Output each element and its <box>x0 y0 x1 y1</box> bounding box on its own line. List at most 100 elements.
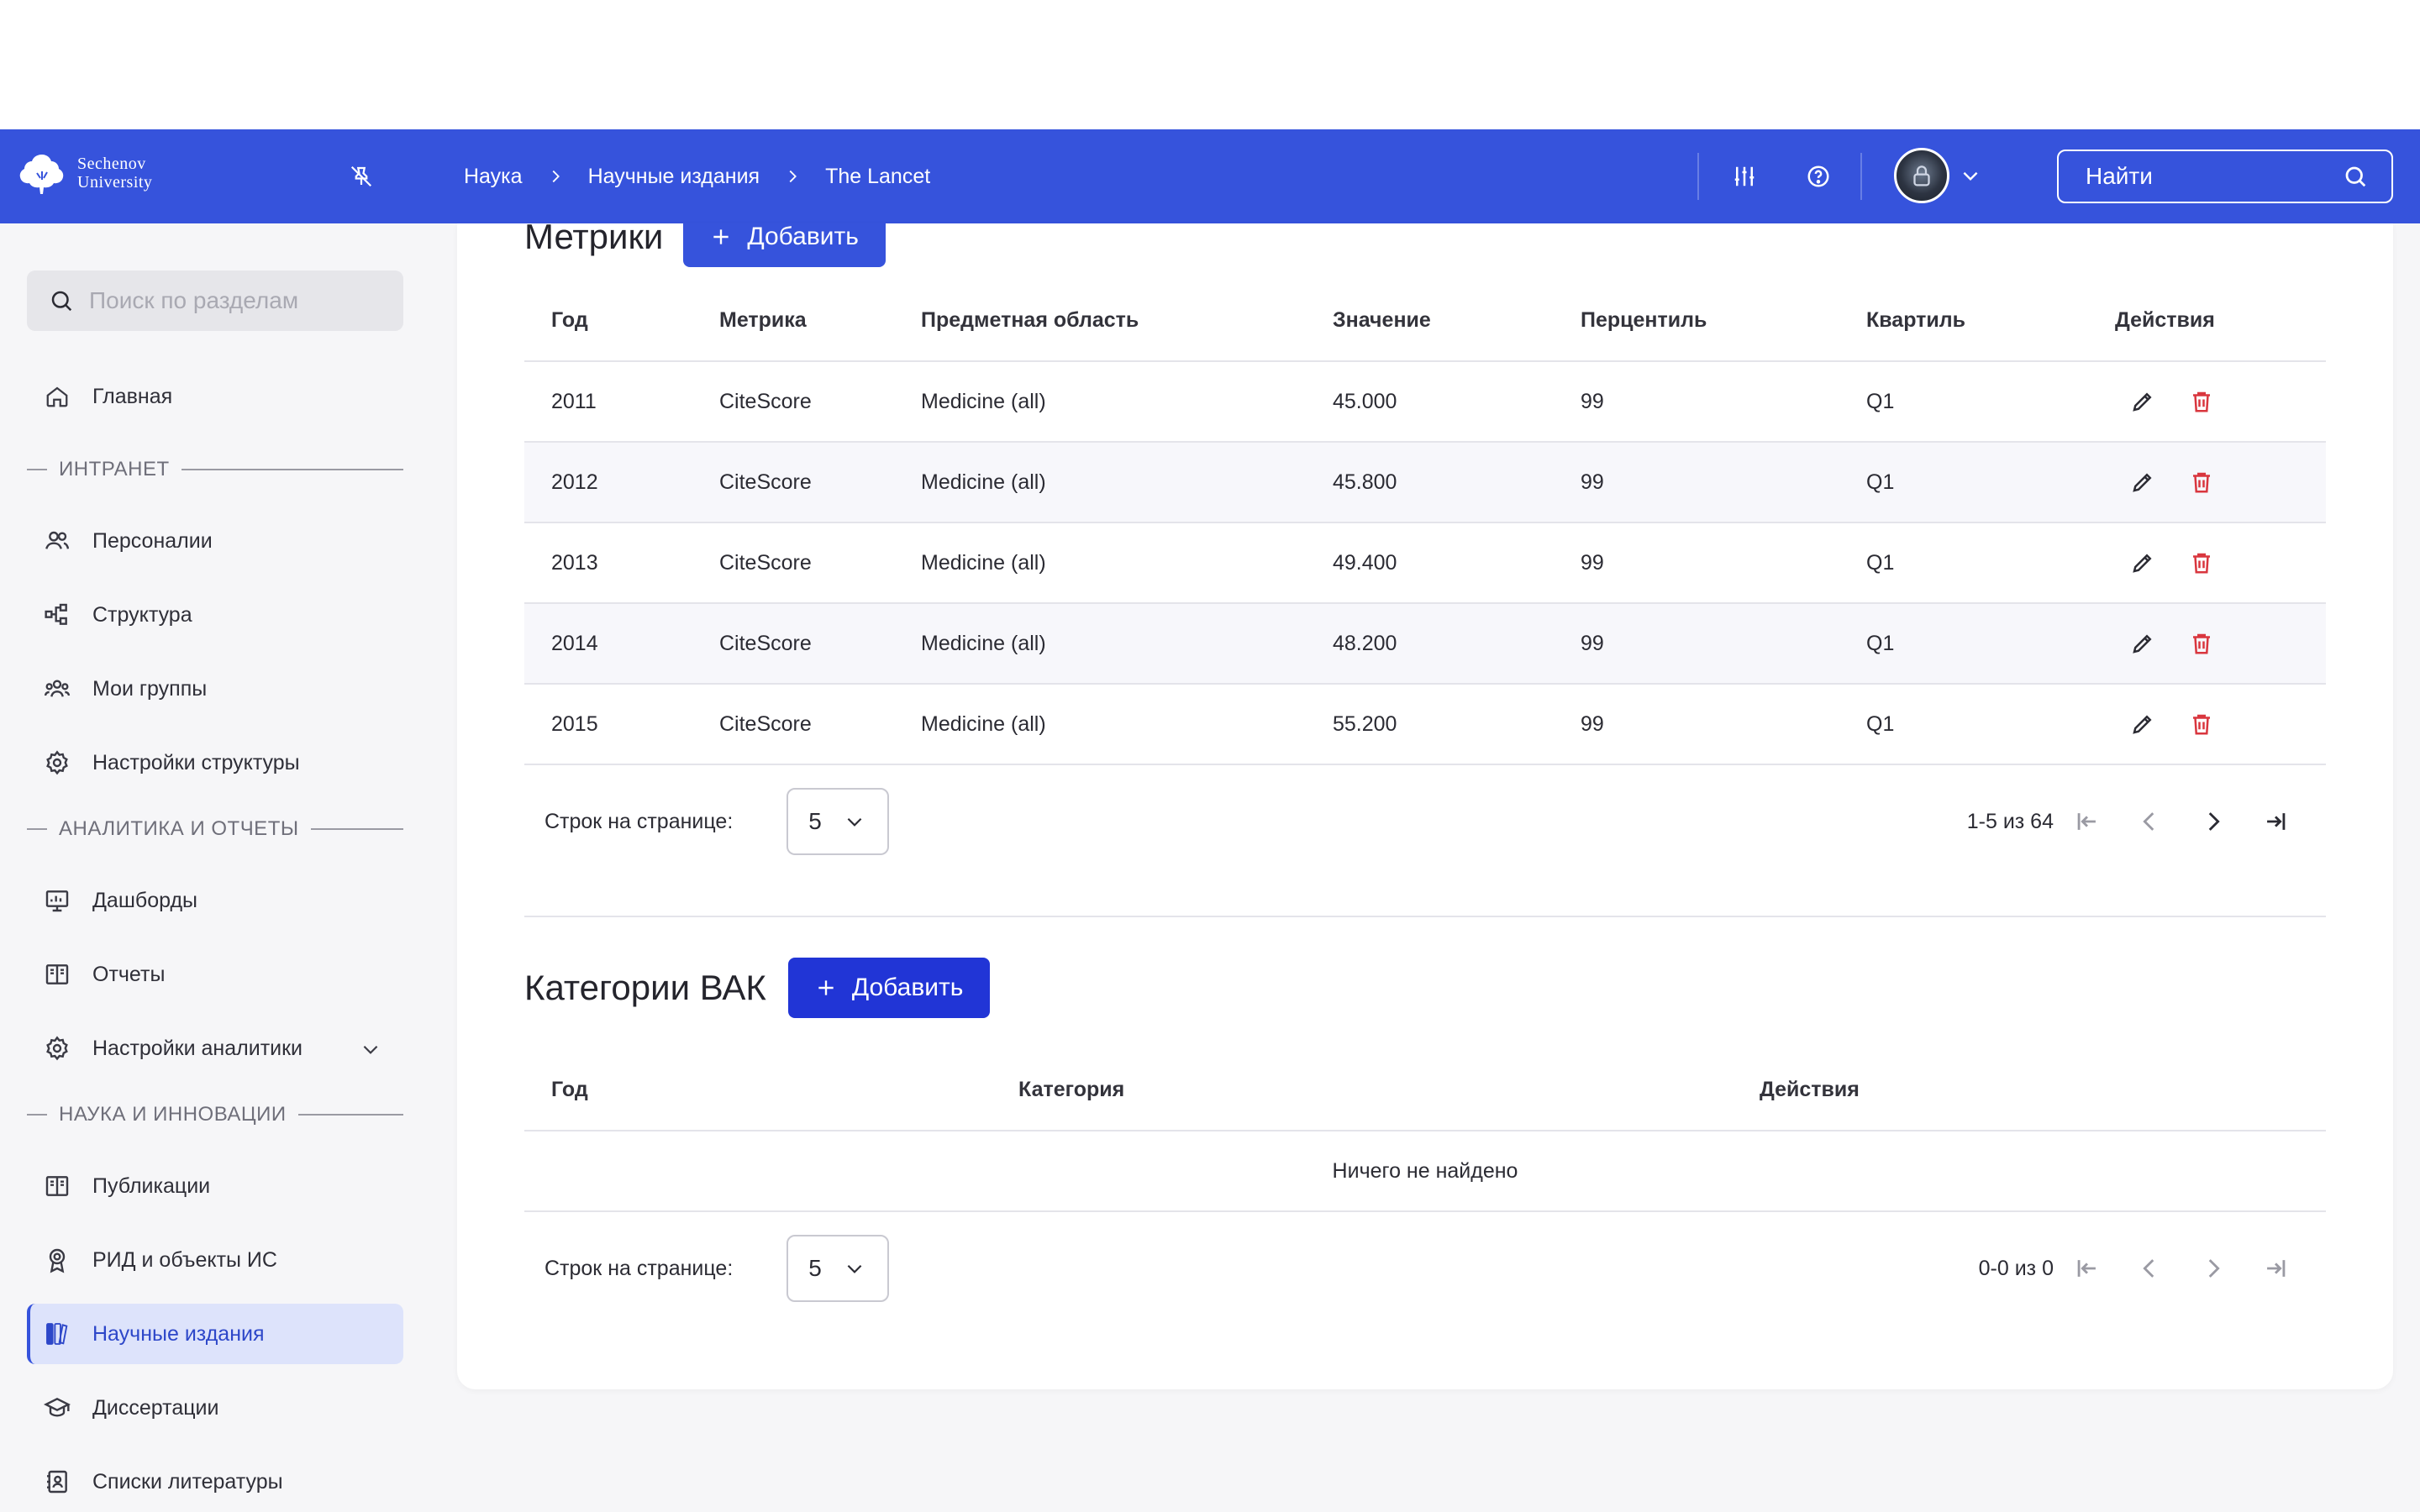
groups-icon <box>44 680 71 697</box>
settings-sliders-button[interactable] <box>1724 156 1765 197</box>
table-row[interactable]: 2014 CiteScore Medicine (all) 48.200 99 … <box>524 603 2326 685</box>
table-row[interactable]: 2015 CiteScore Medicine (all) 55.200 99 … <box>524 684 2326 765</box>
last-page-icon <box>2267 813 2286 830</box>
column-header[interactable]: Значение <box>1306 281 1554 362</box>
sidebar-item-home[interactable]: Главная <box>27 366 403 427</box>
sidebar-item-personalii[interactable]: Персоналии <box>27 511 403 571</box>
last-page-button[interactable] <box>2257 803 2294 840</box>
cell-subject: Medicine (all) <box>894 684 1306 765</box>
column-header[interactable]: Квартиль <box>1839 281 2088 362</box>
table-header-row: Год Категория Действия <box>524 1050 2326 1131</box>
prev-page-button[interactable] <box>2131 803 2168 840</box>
cell-metric: CiteScore <box>692 684 894 765</box>
delete-button[interactable] <box>2189 470 2214 495</box>
cell-year: 2011 <box>524 361 692 443</box>
sidebar-item-reports[interactable]: Отчеты <box>27 944 403 1005</box>
rows-per-page-select[interactable]: 5 <box>786 788 890 855</box>
plus-icon <box>713 229 729 244</box>
chevron-down-icon <box>363 1045 378 1054</box>
vak-table: Год Категория Действия Ничего не найдено <box>524 1050 2326 1212</box>
edit-button[interactable] <box>2130 550 2155 575</box>
sidebar-item-label: Диссертации <box>92 1395 219 1420</box>
sidebar-item-publications[interactable]: Публикации <box>27 1156 403 1216</box>
help-button[interactable] <box>1798 156 1839 197</box>
edit-button[interactable] <box>2130 470 2155 495</box>
table-row[interactable]: 2013 CiteScore Medicine (all) 49.400 99 … <box>524 522 2326 604</box>
pin-off-icon <box>350 165 372 187</box>
section-search-input[interactable] <box>89 287 392 314</box>
edit-button[interactable] <box>2130 711 2155 737</box>
sidebar-item-label: Настройки структуры <box>92 750 300 774</box>
sidebar-item-label: Отчеты <box>92 962 166 986</box>
prev-page-button[interactable] <box>2131 1250 2168 1287</box>
chevron-down-icon <box>847 1264 862 1273</box>
cell-value: 45.800 <box>1306 442 1554 523</box>
chevron-down-icon <box>1963 171 1978 181</box>
pencil-icon <box>2133 473 2152 492</box>
search-icon <box>2345 166 2366 187</box>
rows-per-page-select[interactable]: 5 <box>786 1235 890 1302</box>
sidebar-item-dissertations[interactable]: Диссертации <box>27 1378 403 1438</box>
edit-button[interactable] <box>2130 389 2155 414</box>
sidebar-item-structure[interactable]: Структура <box>27 585 403 645</box>
section-intranet: ИНТРАНЕТ <box>27 457 403 482</box>
section-analytics-label: АНАЛИТИКА И ОТЧЕТЫ <box>59 817 299 840</box>
column-header[interactable]: Предметная область <box>894 281 1306 362</box>
pencil-icon <box>2133 392 2152 412</box>
cell-year: 2012 <box>524 442 692 523</box>
breadcrumb-journals[interactable]: Научные издания <box>588 165 760 189</box>
column-header[interactable]: Год <box>524 281 692 362</box>
delete-button[interactable] <box>2189 389 2214 414</box>
table-row[interactable]: 2012 CiteScore Medicine (all) 45.800 99 … <box>524 442 2326 523</box>
add-metric-button[interactable]: Добавить <box>683 223 886 267</box>
user-menu[interactable] <box>1894 148 1981 203</box>
sidebar-item-journals[interactable]: Научные издания <box>27 1304 403 1364</box>
users-icon <box>45 531 70 549</box>
university-logo[interactable]: Sechenov University <box>17 148 152 198</box>
next-page-button[interactable] <box>2195 1250 2232 1287</box>
top-header: Sechenov University Наука Научные издани… <box>0 129 2420 223</box>
delete-button[interactable] <box>2189 550 2214 575</box>
edit-button[interactable] <box>2130 631 2155 656</box>
column-header[interactable]: Метрика <box>692 281 894 362</box>
table-row[interactable]: 2011 CiteScore Medicine (all) 45.000 99 … <box>524 361 2326 443</box>
column-header[interactable]: Категория <box>992 1050 1733 1131</box>
sidebar-item-label: Структура <box>92 602 192 627</box>
column-header[interactable]: Перцентиль <box>1554 281 1839 362</box>
breadcrumb: Наука Научные издания The Lancet <box>464 129 930 223</box>
sidebar-item-bibliography[interactable]: Списки литературы <box>27 1452 403 1512</box>
sidebar-item-dashboards[interactable]: Дашборды <box>27 870 403 931</box>
sidebar-item-rid[interactable]: РИД и объекты ИС <box>27 1230 403 1290</box>
first-page-button[interactable] <box>2069 1250 2106 1287</box>
sidebar-item-structure-settings[interactable]: Настройки структуры <box>27 732 403 793</box>
logo-text: Sechenov University <box>77 155 152 192</box>
breadcrumb-nauka[interactable]: Наука <box>464 165 523 189</box>
global-search-button[interactable]: Найти <box>2057 150 2393 203</box>
unpin-sidebar-button[interactable] <box>345 160 378 193</box>
delete-button[interactable] <box>2189 711 2214 737</box>
table-header-row: Год Метрика Предметная область Значение … <box>524 281 2326 362</box>
section-science: НАУКА И ИННОВАЦИИ <box>27 1102 403 1127</box>
section-science-label: НАУКА И ИННОВАЦИИ <box>59 1103 287 1126</box>
first-page-button[interactable] <box>2069 803 2106 840</box>
cell-actions <box>2088 603 2326 685</box>
last-page-icon <box>2267 1260 2286 1277</box>
rows-per-page-value: 5 <box>808 808 822 834</box>
column-header: Действия <box>2088 281 2326 362</box>
sidebar-item-analytics-settings[interactable]: Настройки аналитики <box>27 1018 403 1079</box>
cell-subject: Medicine (all) <box>894 522 1306 604</box>
delete-button[interactable] <box>2189 631 2214 656</box>
sliders-icon <box>1734 166 1754 186</box>
book-open-icon <box>45 1176 69 1196</box>
page-range: 0-0 из 0 <box>1978 1256 2054 1280</box>
column-header[interactable]: Год <box>524 1050 992 1131</box>
cell-metric: CiteScore <box>692 361 894 443</box>
add-vak-button[interactable]: Добавить <box>787 958 991 1018</box>
last-page-button[interactable] <box>2257 1250 2294 1287</box>
sidebar-item-label: Персоналии <box>92 528 213 553</box>
header-divider <box>1860 153 1862 200</box>
add-vak-label: Добавить <box>851 974 964 1001</box>
next-page-button[interactable] <box>2195 803 2232 840</box>
sidebar-item-label: Настройки аналитики <box>92 1036 303 1060</box>
sidebar-item-my-groups[interactable]: Мои группы <box>27 659 403 719</box>
